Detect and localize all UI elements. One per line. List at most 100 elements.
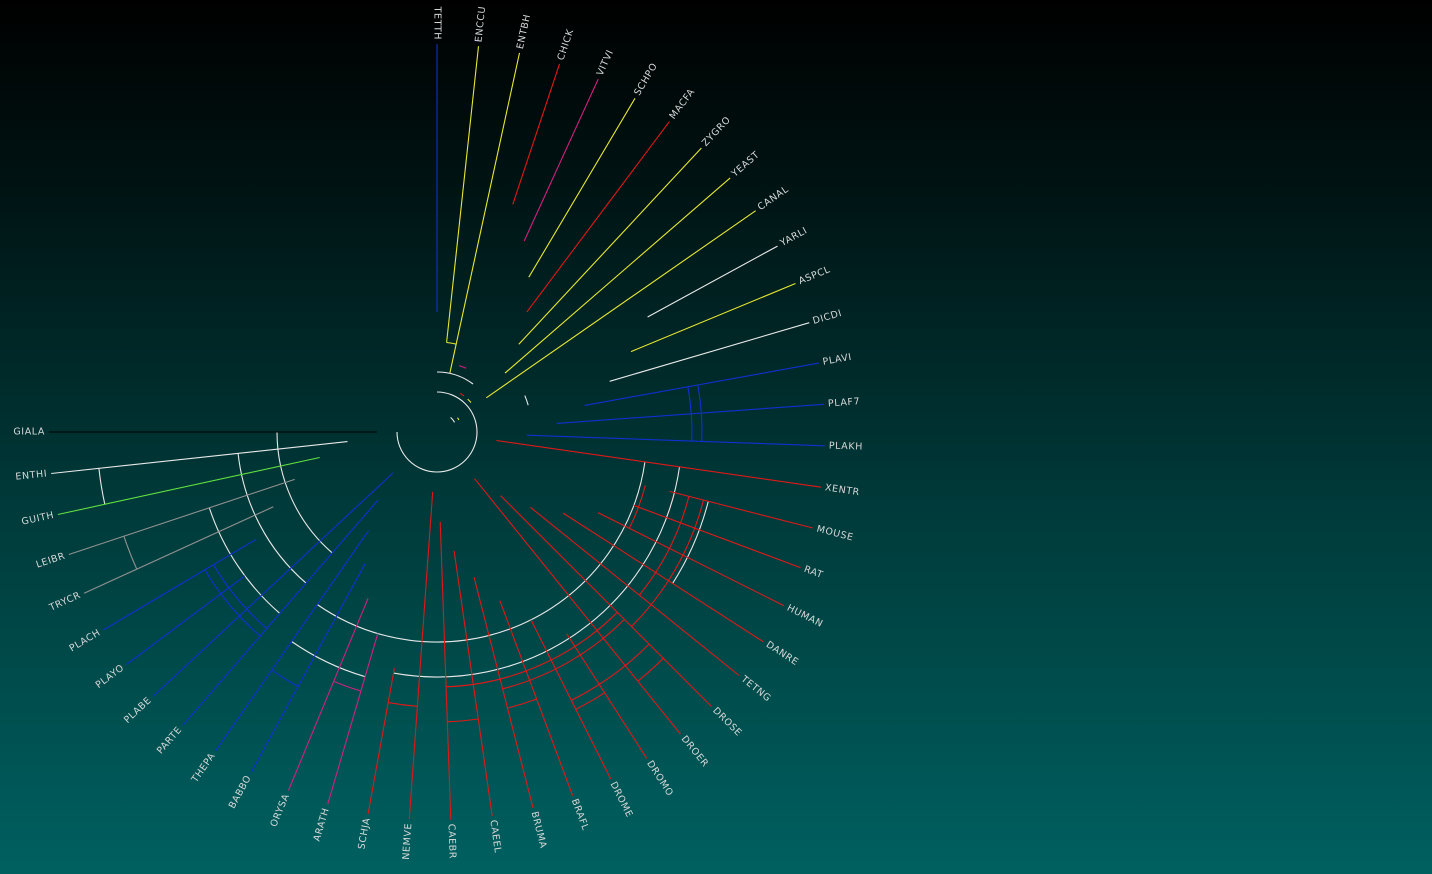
leaf-branch bbox=[609, 322, 810, 382]
leaf-label: PLABE bbox=[122, 695, 154, 726]
leaf-label: ENCCU bbox=[473, 5, 488, 42]
clade-arc bbox=[467, 398, 472, 403]
leaf-branch bbox=[584, 362, 819, 406]
leaf-branch bbox=[512, 63, 561, 205]
leaf-label: ASPCL bbox=[797, 264, 832, 287]
leaf-branch bbox=[182, 499, 379, 726]
clade-arc bbox=[459, 392, 465, 397]
clade-arc bbox=[631, 499, 705, 627]
leaf-label: DROER bbox=[679, 734, 711, 770]
leaf-branch bbox=[526, 121, 670, 313]
leaf-label: LEIBR bbox=[35, 551, 67, 571]
clade-arc bbox=[388, 702, 418, 707]
clade-arc bbox=[396, 391, 478, 473]
leaf-label: PLAVI bbox=[822, 352, 853, 368]
leaf-label: TRYCR bbox=[47, 590, 83, 614]
leaf-label: PLAF7 bbox=[828, 396, 861, 409]
leaf-label: MACFA bbox=[667, 87, 697, 122]
leaf-label: ARATH bbox=[312, 807, 332, 843]
leaf-branch bbox=[504, 177, 731, 374]
leaf-label: XENTR bbox=[824, 482, 860, 498]
leaf-branch bbox=[647, 245, 778, 318]
leaf-label: MOUSE bbox=[815, 524, 854, 544]
clade-arc bbox=[524, 395, 529, 406]
leaf-branch bbox=[453, 550, 493, 817]
leaf-label: SCHJA bbox=[356, 817, 372, 850]
leaf-branch bbox=[528, 98, 636, 278]
clade-arc bbox=[458, 365, 467, 369]
leaf-branch bbox=[500, 495, 712, 707]
leaf-branch bbox=[126, 575, 246, 665]
leaf-branch bbox=[287, 598, 369, 791]
leaf-branch bbox=[630, 282, 796, 353]
leaf-label: BRUMA bbox=[529, 810, 549, 849]
leaf-label: DICDI bbox=[812, 308, 844, 327]
tree-leaf-labels: GIALA ENTHI GUITH LEIBR TRYCR PLACH PLAYO PLABE… bbox=[13, 5, 863, 860]
phylogenetic-tree: GIALA ENTHI GUITH LEIBR TRYCR PLACH PLAYO PLABE… bbox=[13, 5, 863, 860]
clade-arc bbox=[333, 680, 362, 692]
leaf-label: PLACH bbox=[68, 627, 103, 654]
leaf-branch bbox=[446, 46, 480, 343]
clade-arc bbox=[271, 669, 299, 687]
leaf-label: DROME bbox=[608, 780, 635, 819]
tree-branches bbox=[49, 44, 825, 820]
leaf-label: CAEEL bbox=[487, 819, 503, 854]
leaf-label: ENTBH bbox=[515, 13, 533, 50]
leaf-branch bbox=[57, 456, 320, 516]
clade-arc bbox=[291, 641, 366, 678]
clade-arc bbox=[447, 718, 479, 723]
leaf-label: ENTHI bbox=[15, 468, 48, 482]
clade-arc bbox=[316, 461, 646, 643]
leaf-label: TETTH bbox=[432, 6, 443, 40]
leaf-label: PARTE bbox=[155, 725, 184, 757]
clade-arc bbox=[436, 371, 474, 385]
leaf-branch bbox=[562, 512, 764, 643]
clade-arc bbox=[502, 619, 625, 690]
leaf-label: DROSE bbox=[710, 705, 744, 739]
leaf-label: BABBO bbox=[227, 773, 254, 810]
leaf-label: CANAL bbox=[756, 184, 791, 213]
leaf-branch bbox=[83, 506, 274, 594]
clade-arc bbox=[507, 698, 537, 709]
leaf-label: NEMVE bbox=[401, 823, 415, 861]
leaf-label: BRAFL bbox=[569, 797, 591, 832]
clade-arc bbox=[123, 536, 138, 570]
leaf-branch bbox=[485, 210, 757, 399]
clade-arc bbox=[457, 417, 460, 421]
leaf-branch bbox=[523, 78, 599, 242]
leaf-branch bbox=[51, 441, 348, 475]
leaf-branch bbox=[68, 478, 295, 556]
leaf-label: RAT bbox=[802, 564, 824, 581]
leaf-branch bbox=[250, 563, 366, 773]
leaf-branch bbox=[530, 619, 612, 780]
leaf-branch bbox=[518, 147, 702, 345]
clade-arc bbox=[212, 564, 268, 629]
leaf-label: PLAKH bbox=[829, 441, 863, 453]
leaf-label: CHICK bbox=[556, 27, 577, 61]
leaf-label: ZYGRO bbox=[700, 114, 733, 148]
leaf-label: DANRE bbox=[764, 639, 801, 668]
leaf-branch bbox=[439, 521, 452, 820]
leaf-label: HUMAN bbox=[785, 603, 825, 630]
clade-arc bbox=[204, 569, 261, 637]
clade-arc bbox=[276, 431, 333, 554]
leaf-label: SCHPO bbox=[632, 61, 660, 98]
leaf-branch bbox=[496, 439, 822, 488]
leaf-label: THEPA bbox=[189, 751, 218, 786]
leaf-branch bbox=[669, 490, 814, 529]
clade-arc bbox=[637, 657, 664, 682]
leaf-label: YEAST bbox=[729, 149, 762, 180]
leaf-label: CAEBR bbox=[446, 824, 458, 860]
leaf-branch bbox=[215, 530, 370, 752]
leaf-branch bbox=[327, 633, 379, 805]
leaf-label: TETNG bbox=[738, 673, 773, 704]
clade-arc bbox=[571, 643, 650, 701]
leaf-branch bbox=[367, 668, 395, 814]
clade-arc bbox=[450, 416, 456, 423]
leaf-label: DROMO bbox=[644, 759, 675, 799]
clade-arc bbox=[98, 468, 106, 505]
leaf-label: GIALA bbox=[13, 427, 45, 438]
leaf-label: ORYSA bbox=[269, 792, 293, 829]
leaf-label: PLAYO bbox=[94, 662, 127, 690]
leaf-label: VITVI bbox=[595, 48, 616, 78]
